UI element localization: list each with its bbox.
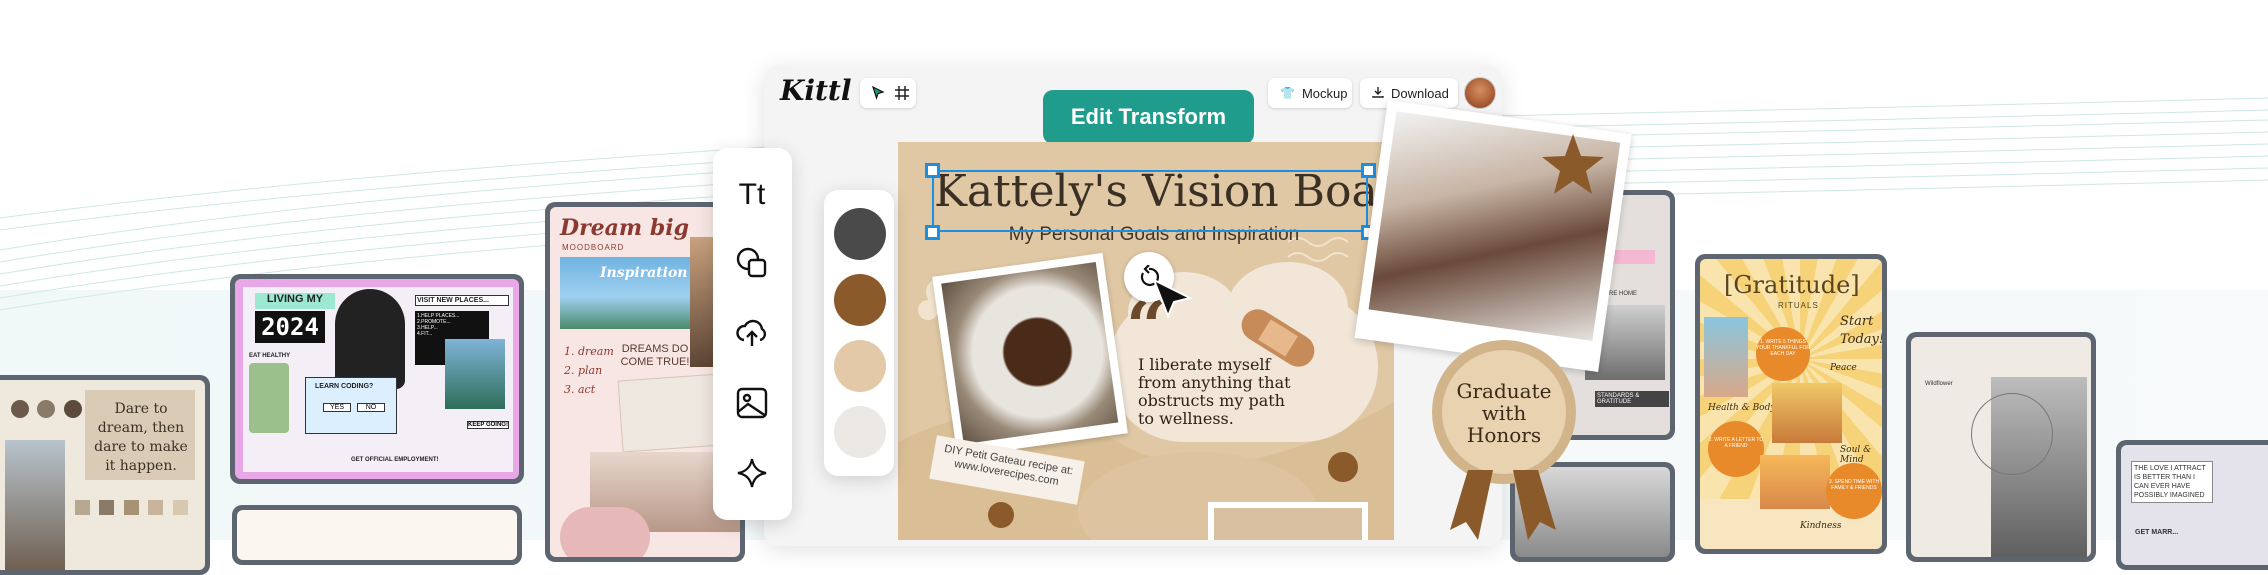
template-card-dare-to-dream[interactable]: Dare to dream, then dare to make it happ… [0,375,210,575]
color-swatch-beige[interactable] [834,340,886,392]
text-tool-icon[interactable]: Tt [733,176,771,214]
flower-icon [1328,452,1358,482]
ai-sparkle-icon[interactable] [733,454,771,492]
kindness-label: Kindness [1800,521,1842,531]
start-today: Start Today! [1840,314,1882,347]
wildflower-circle [1971,393,2053,475]
far-right-quote: THE LOVE I ATTRACT IS BETTER THAN I CAN … [2131,461,2213,503]
flower-icon-2 [988,502,1014,528]
user-avatar[interactable] [1464,77,1496,109]
board-quote: I liberate myself from anything that obs… [1138,355,1291,428]
resize-handle-tl[interactable] [925,163,940,178]
soul-label: Soul & Mind [1840,445,1872,465]
resize-handle-bl[interactable] [925,225,940,240]
dreams-do-come-true: DREAMS DO COME TRUE! [620,343,690,368]
cake-photo-frame [932,252,1128,458]
lake-photo [445,339,505,409]
badge-text: Graduate with Honors [1456,379,1552,447]
vision-board-canvas[interactable]: “ I liberate myself from anything that o… [898,142,1394,540]
gratitude-title: [Gratitude] [1724,271,1860,299]
note2: 2. WRITE A LETTER TO A FRIEND [1708,421,1764,477]
frame-tool-icon[interactable] [894,85,910,101]
dream-list-2: 2. plan [564,364,603,377]
mockup-label: Mockup [1301,85,1348,101]
keep-going: KEEP GOING! [467,421,509,429]
friends-photo [1772,383,1842,443]
mid-card-text2: STANDARDS & GRATITUDE [1595,391,1669,407]
template-card-gratitude[interactable]: [Gratitude] RITUALS Start Today! 1. WRIT… [1695,254,1887,554]
image-tool-icon[interactable] [733,384,771,422]
edit-transform-label: Edit Transform [1070,104,1227,129]
dream-list-3: 3. act [564,383,596,396]
kittl-logo[interactable]: Kittl [780,74,851,107]
upload-tool-icon[interactable] [733,314,771,352]
edit-transform-button[interactable]: Edit Transform [1043,90,1254,144]
color-palette [824,190,894,476]
template-card-wildflower[interactable]: Wildflower [1906,332,2096,562]
graduate-badge: Graduate with Honors [1432,340,1576,484]
coding-text: LEARN CODING? [315,383,374,390]
left-toolbar: Tt [713,148,792,520]
peace-label: Peace [1830,363,1857,373]
wildflower-label: Wildflower [1925,381,1953,387]
notebook-photo [617,373,725,453]
silhouette-head [335,289,405,389]
color-dots [11,400,82,423]
building-photo [5,440,65,570]
template-card-living-2024[interactable]: LIVING MY 2024 VISIT NEW PLACES... 1.HEL… [230,274,524,484]
swatch-row [75,500,188,520]
beach-woman-photo [1704,317,1748,397]
living-title: LIVING MY [255,293,335,309]
bottom-photo [1208,502,1368,540]
no-button: NO [357,403,385,412]
mockup-button[interactable]: 👕 Mockup [1268,78,1352,108]
selection-box [932,170,1368,232]
download-icon [1372,86,1384,101]
pointer-tool-icon[interactable] [870,85,886,101]
color-swatch-light[interactable] [834,406,886,458]
cake-photo [941,261,1119,445]
color-swatch-dark-gray[interactable] [834,208,886,260]
color-swatch-brown[interactable] [834,274,886,326]
star-sticker [1542,134,1604,194]
yes-button: YES [323,403,351,412]
dreambig-subtitle: MOODBOARD [562,243,625,252]
health-label: Health & Body [1708,403,1776,413]
dream-card-text: Dare to dream, then dare to make it happ… [94,401,188,474]
veggies-photo [249,363,289,433]
gratitude-subtitle: RITUALS [1778,301,1819,310]
visit-places: VISIT NEW PLACES... [415,295,509,306]
living-year: 2024 [255,311,325,343]
eat-healthy: EAT HEALTHY [249,353,291,359]
flowers-photo [560,507,650,557]
dreambig-title: Dream big [560,215,689,241]
text-tool-label: Tt [738,178,766,211]
badge-ribbons [1450,470,1556,540]
mouse-cursor-icon [1152,277,1193,319]
dream-list-1: 1. dream [564,345,614,358]
note3: 3. SPEND TIME WITH FAMILY & FRIENDS [1826,463,1882,519]
shapes-tool-icon[interactable] [733,244,771,282]
bike-photo [1760,455,1830,509]
inspiration-label: Inspiration [600,265,688,281]
note1: 1. WRITE 5 THINGS YOUR THANKFUL FOR EACH… [1756,327,1810,381]
template-card-far-right[interactable]: THE LOVE I ATTRACT IS BETTER THAN I CAN … [2116,440,2268,570]
template-card-bottom-left[interactable] [232,505,522,565]
far-right-quote2: GET MARR... [2135,529,2179,536]
shirt-icon: 👕 [1280,86,1295,100]
resize-handle-tr[interactable] [1361,163,1376,178]
employment-text: GET OFFICIAL EMPLOYMENT! [351,457,439,463]
download-label: Download [1391,85,1449,101]
